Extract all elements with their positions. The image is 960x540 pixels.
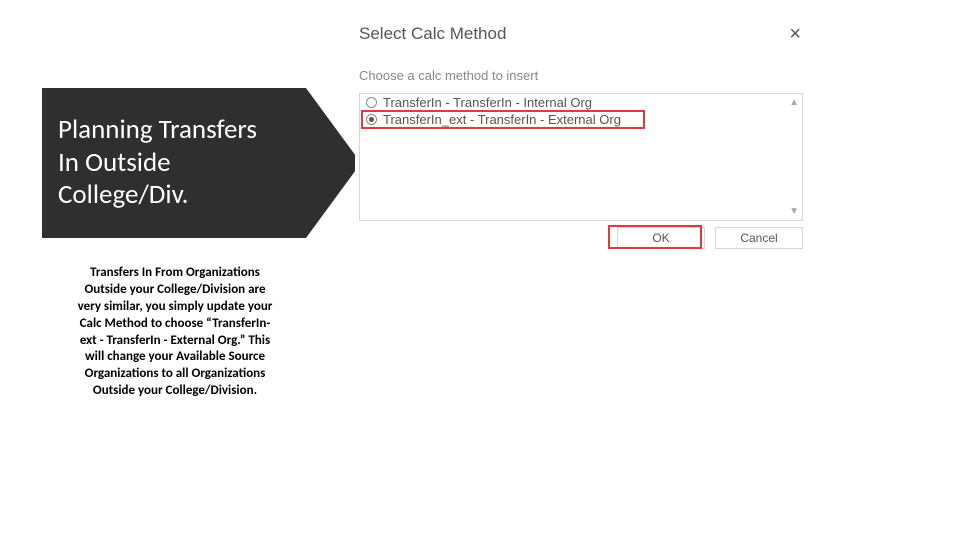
dialog-footer: OK Cancel	[355, 221, 807, 249]
dialog-subtitle: Choose a calc method to insert	[355, 52, 807, 91]
ok-button[interactable]: OK	[617, 227, 705, 249]
calc-method-option-external[interactable]: TransferIn_ext - TransferIn - External O…	[360, 111, 802, 128]
scroll-down-icon[interactable]: ▼	[789, 206, 799, 217]
option-label: TransferIn_ext - TransferIn - External O…	[383, 112, 621, 127]
section-banner: Planning Transfers In Outside College/Di…	[42, 88, 306, 238]
scroll-up-icon[interactable]: ▲	[789, 97, 799, 108]
radio-checked-icon	[366, 114, 377, 125]
radio-icon	[366, 97, 377, 108]
calc-method-option-internal[interactable]: TransferIn - TransferIn - Internal Org	[360, 94, 802, 111]
section-description: Transfers In From Organizations Outside …	[75, 265, 275, 400]
select-calc-method-dialog: Select Calc Method × Choose a calc metho…	[355, 22, 807, 249]
option-label: TransferIn - TransferIn - Internal Org	[383, 95, 592, 110]
dialog-header: Select Calc Method ×	[355, 22, 807, 52]
close-icon[interactable]: ×	[787, 24, 803, 44]
cancel-button[interactable]: Cancel	[715, 227, 803, 249]
dialog-title: Select Calc Method	[359, 24, 506, 44]
section-title: Planning Transfers In Outside College/Di…	[58, 114, 276, 211]
calc-method-listbox[interactable]: TransferIn - TransferIn - Internal Org T…	[359, 93, 803, 221]
